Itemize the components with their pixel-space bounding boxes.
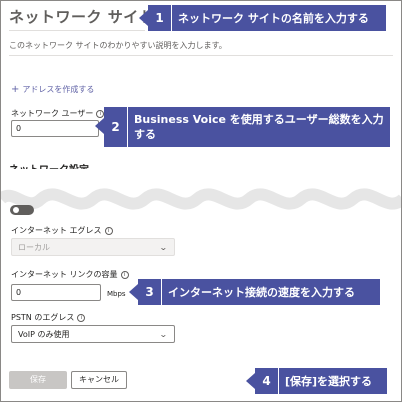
internet-capacity-input[interactable]: 0 [11,284,101,301]
pstn-egress-select[interactable]: VoIP のみ使用 ⌄ [11,325,175,343]
pstn-egress-label: PSTN のエグレス i [11,312,86,323]
callout-2: 2 Business Voice を使用するユーザー総数を入力する [104,107,390,147]
callout-3-number: 3 [138,279,162,305]
plus-icon: + [11,84,20,95]
chevron-down-icon: ⌄ [159,330,169,339]
pstn-egress-label-text: PSTN のエグレス [11,313,75,322]
info-icon[interactable]: i [77,314,86,322]
callout-4: 4 [保存]を選択する [255,368,387,394]
callout-1-text: ネットワーク サイトの名前を入力する [178,11,369,25]
callout-1-number: 1 [148,5,172,31]
internet-egress-select: ローカル ⌄ [11,238,175,256]
toggle-switch[interactable] [10,205,34,215]
toggle-knob [13,207,19,213]
save-button[interactable]: 保存 [9,371,67,389]
capacity-unit: Mbps [107,290,126,298]
internet-capacity-label: インターネット リンクの容量 i [11,269,129,280]
callout-3: 3 インターネット接続の速度を入力する [138,279,380,305]
callout-2-arrow [95,118,104,134]
pstn-egress-value: VoIP のみ使用 [18,330,70,339]
callout-4-arrow [246,373,255,389]
callout-4-number: 4 [255,368,279,394]
add-address-label: アドレスを作成する [22,85,95,94]
add-address-link[interactable]: + アドレスを作成する [11,84,94,95]
network-site-form: ネットワーク サイト名 このネットワーク サイトのわかりやすい説明を入力します。… [0,0,402,402]
torn-edge-divider [1,169,401,210]
callout-1-arrow [139,10,148,26]
network-users-label-text: ネットワーク ユーザー [11,109,94,118]
network-users-input[interactable]: 0 [11,120,99,137]
cancel-button[interactable]: キャンセル [71,371,127,389]
chevron-down-icon: ⌄ [159,243,169,252]
internet-capacity-label-text: インターネット リンクの容量 [11,270,118,279]
site-name-underline [9,30,145,31]
internet-egress-label-text: インターネット エグレス [11,226,102,235]
callout-2-text: Business Voice を使用するユーザー総数を入力する [134,113,384,141]
callout-3-arrow [129,284,138,300]
info-icon[interactable]: i [120,271,129,279]
callout-1: 1 ネットワーク サイトの名前を入力する [148,5,386,31]
callout-4-text: [保存]を選択する [285,374,373,388]
callout-3-text: インターネット接続の速度を入力する [168,285,355,299]
info-icon[interactable]: i [104,227,113,235]
callout-2-number: 2 [104,107,128,147]
network-users-label: ネットワーク ユーザー i [11,108,105,119]
description-underline [9,55,393,56]
internet-egress-label: インターネット エグレス i [11,225,113,236]
internet-egress-value: ローカル [18,243,50,252]
site-description-input[interactable]: このネットワーク サイトのわかりやすい説明を入力します。 [9,40,227,51]
